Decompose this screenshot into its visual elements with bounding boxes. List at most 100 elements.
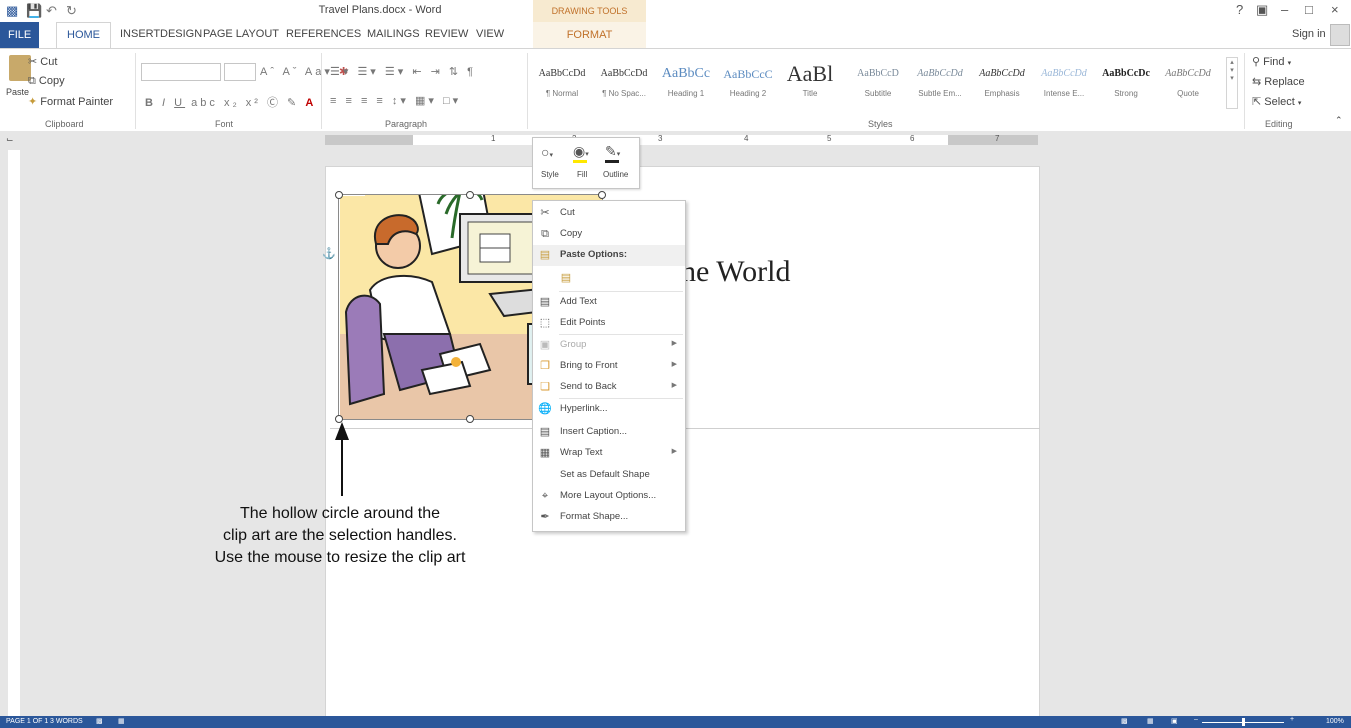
menu-item-copy[interactable]: ⧉ Copy — [533, 224, 685, 245]
outline-icon[interactable]: ✎▾ — [605, 143, 620, 160]
page-count[interactable]: PAGE 1 OF 1 — [6, 718, 48, 725]
outline-label: Outline — [603, 170, 629, 179]
paste-button[interactable]: Paste — [6, 87, 29, 97]
style-subtle-emphasis[interactable]: AaBbCcDd Subtle Em... — [910, 59, 970, 103]
menu-item-send-to-back[interactable]: ❏ Send to Back ▶ — [533, 377, 685, 398]
menu-paste-option[interactable]: ▤ — [533, 268, 685, 290]
selection-handle[interactable] — [466, 415, 474, 423]
style-no-spacing[interactable]: AaBbCcDd ¶ No Spac... — [594, 59, 654, 103]
minimize-button[interactable]: – — [1281, 2, 1288, 17]
style-subtitle[interactable]: AaBbCcD Subtitle — [848, 59, 908, 103]
cut-button[interactable]: ✂ Cut — [28, 55, 57, 68]
macro-icon[interactable]: ▦ — [118, 717, 125, 725]
tab-selector[interactable]: ⌙ — [6, 134, 14, 145]
zoom-in-icon[interactable]: + — [1290, 716, 1294, 723]
word-count[interactable]: 3 WORDS — [50, 718, 83, 725]
style-label: Style — [541, 170, 559, 179]
menu-item-more-layout-options[interactable]: ⌖ More Layout Options... — [533, 486, 685, 507]
find-button[interactable]: ⚲ Find ▾ — [1252, 55, 1291, 68]
menu-item-insert-caption[interactable]: ▤ Insert Caption... — [533, 422, 685, 443]
close-button[interactable]: × — [1331, 2, 1339, 17]
divider — [135, 53, 136, 129]
font-name-dropdown[interactable] — [141, 63, 221, 81]
submenu-arrow-icon: ▶ — [671, 448, 677, 455]
sign-in-link[interactable]: Sign in — [1292, 28, 1326, 40]
proofing-icon[interactable]: ▩ — [96, 717, 103, 725]
annotation-caption: The hollow circle around the clip art ar… — [180, 503, 500, 569]
font-size-dropdown[interactable] — [224, 63, 256, 81]
help-button[interactable]: ? — [1236, 2, 1243, 17]
styles-group-label: Styles — [868, 119, 893, 129]
select-button[interactable]: ⇱ Select ▾ — [1252, 95, 1301, 108]
style-normal[interactable]: AaBbCcDd ¶ Normal — [532, 59, 592, 103]
format-shape-icon: ✒ — [540, 511, 550, 523]
submenu-arrow-icon: ▶ — [671, 361, 677, 368]
mini-toolbar: ○▾ ◉▾ ✎▾ Style Fill Outline — [532, 137, 640, 189]
style-intense-emphasis[interactable]: AaBbCcDd Intense E... — [1034, 59, 1094, 103]
menu-item-format-shape[interactable]: ✒ Format Shape... — [533, 507, 685, 528]
ruler-number: 6 — [910, 134, 915, 143]
submenu-arrow-icon: ▶ — [671, 382, 677, 389]
menu-item-set-default-shape[interactable]: Set as Default Shape — [533, 465, 685, 486]
shape-style-icon[interactable]: ○▾ — [541, 144, 553, 160]
globe-link-icon: 🌐 — [538, 403, 552, 415]
annotation-line: Use the mouse to resize the clip art — [214, 549, 466, 566]
zoom-level[interactable]: 100% — [1326, 718, 1344, 725]
style-emphasis[interactable]: AaBbCcDd Emphasis — [972, 59, 1032, 103]
style-heading-2[interactable]: AaBbCcC Heading 2 — [718, 59, 778, 103]
tab-format[interactable]: FORMAT — [533, 22, 646, 48]
tab-references[interactable]: REFERENCES — [286, 28, 361, 40]
style-title[interactable]: AaBl Title — [780, 59, 840, 103]
read-mode-icon[interactable]: ▩ — [1121, 717, 1128, 725]
tab-view[interactable]: VIEW — [476, 28, 504, 40]
ribbon: Paste ✂ Cut ⧉ Copy ✦ Format Painter Clip… — [0, 48, 1351, 132]
format-painter-button[interactable]: ✦ Format Painter — [28, 95, 113, 108]
divider — [1244, 53, 1245, 129]
fill-icon[interactable]: ◉▾ — [573, 143, 589, 160]
web-layout-icon[interactable]: ▣ — [1171, 717, 1178, 725]
collapse-ribbon-icon[interactable]: ⌃ — [1335, 115, 1343, 126]
menu-item-bring-to-front[interactable]: ❐ Bring to Front ▶ — [533, 356, 685, 377]
print-layout-icon[interactable]: ▦ — [1147, 717, 1154, 725]
cursor-icon: ⇱ — [1252, 96, 1262, 108]
restore-button[interactable]: □ — [1305, 2, 1313, 17]
paragraph-group-label: Paragraph — [385, 119, 428, 129]
tab-insert[interactable]: INSERT — [120, 28, 160, 40]
tab-file[interactable]: FILE — [0, 22, 40, 48]
document-title-text[interactable]: he World — [681, 255, 791, 289]
tab-mailings[interactable]: MAILINGS — [367, 28, 420, 40]
zoom-out-icon[interactable]: – — [1194, 716, 1198, 723]
tab-page-layout[interactable]: PAGE LAYOUT — [203, 28, 279, 40]
ruler-number: 5 — [827, 134, 832, 143]
window-title: Travel Plans.docx - Word — [318, 4, 442, 16]
tab-home[interactable]: HOME — [56, 22, 111, 48]
menu-item-hyperlink[interactable]: 🌐 Hyperlink... — [533, 399, 685, 420]
style-quote[interactable]: AaBbCcDd Quote — [1158, 59, 1218, 103]
styles-scroll[interactable]: ▴ ▾ ▾ — [1226, 57, 1238, 109]
selection-handle[interactable] — [466, 191, 474, 199]
replace-button[interactable]: ⇆ Replace — [1252, 75, 1305, 88]
font-format-buttons[interactable]: B I U abc x₂ x² Ⓒ ✎ A — [145, 94, 316, 110]
menu-item-wrap-text[interactable]: ▦ Wrap Text ▶ — [533, 443, 685, 464]
style-heading-1[interactable]: AaBbCc Heading 1 — [656, 59, 716, 103]
group-icon: ▣ — [539, 339, 551, 351]
tab-review[interactable]: REVIEW — [425, 28, 468, 40]
edit-points-icon: ⬚ — [539, 317, 551, 329]
list-buttons[interactable]: ☰▾ ☰▾ ☰▾ ⇤ ⇥ ⇅ ¶ — [330, 65, 476, 78]
menu-item-edit-points[interactable]: ⬚ Edit Points — [533, 313, 685, 334]
copy-button[interactable]: ⧉ Copy — [28, 75, 65, 88]
outline-color-swatch — [605, 160, 619, 163]
style-strong[interactable]: AaBbCcDc Strong — [1096, 59, 1156, 103]
align-buttons[interactable]: ≡ ≡ ≡ ≡ ↕▾ ▦▾ □▾ — [330, 94, 461, 107]
submenu-arrow-icon: ▶ — [671, 340, 677, 347]
menu-item-add-text[interactable]: ▤ Add Text — [533, 292, 685, 313]
scissors-icon: ✂ — [540, 207, 550, 219]
menu-item-cut[interactable]: ✂ Cut — [533, 203, 685, 224]
selection-handle[interactable] — [335, 191, 343, 199]
selection-handle[interactable] — [598, 191, 606, 199]
copy-icon: ⧉ — [541, 228, 549, 240]
zoom-thumb[interactable] — [1242, 718, 1245, 726]
tab-design[interactable]: DESIGN — [160, 28, 202, 40]
ribbon-display-button[interactable]: ▣ — [1256, 2, 1268, 18]
menu-item-group[interactable]: ▣ Group ▶ — [533, 335, 685, 356]
